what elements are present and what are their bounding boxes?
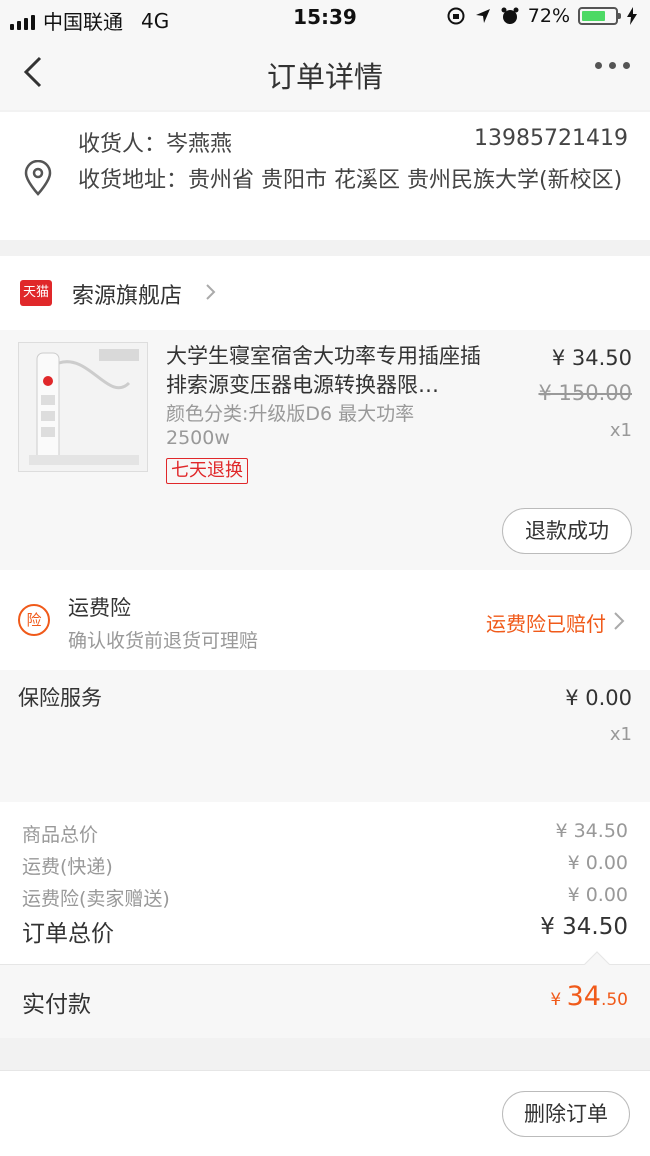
status-right: 72% [446, 5, 638, 27]
product-thumbnail[interactable] [18, 342, 148, 472]
address-card: 收货人：岑燕燕 13985721419 收货地址：贵州省 贵阳市 花溪区 贵州民… [0, 112, 650, 240]
bottom-action-bar: 删除订单 [0, 1070, 650, 1156]
service-quantity: x1 [609, 724, 632, 745]
paid-amount-row: 实付款 ¥ 34.50 [0, 951, 650, 1038]
shipping-insurance-row[interactable]: 险 运费险 确认收货前退货可理赔 运费险已赔付 [0, 570, 650, 670]
address-row: 收货地址：贵州省 贵阳市 花溪区 贵州民族大学(新校区) [78, 164, 633, 197]
product-item[interactable]: 大学生寝室宿舍大功率专用插座插排索源变压器电源转换器限… 颜色分类:升级版D6 … [0, 330, 650, 570]
page-title: 订单详情 [266, 60, 383, 94]
insurance-badge-icon: 险 [18, 604, 50, 636]
service-label: 保险服务 [18, 686, 102, 710]
more-options-icon[interactable] [595, 62, 630, 69]
address-text: 贵州省 贵阳市 花溪区 贵州民族大学(新校区) [188, 168, 623, 193]
summary-label: 运费(快递) [22, 856, 113, 878]
insurance-description: 确认收货前退货可理赔 [68, 630, 259, 652]
insurance-service-row: 保险服务 ¥ 0.00 x1 [0, 670, 650, 802]
paid-currency: ¥ [550, 990, 567, 1010]
service-price: ¥ 0.00 [565, 686, 632, 710]
delete-order-button[interactable]: 删除订单 [502, 1091, 630, 1137]
order-total-value: ¥ 34.50 [540, 914, 628, 940]
alarm-icon [501, 7, 519, 24]
battery-icon [578, 7, 621, 25]
shop-header[interactable]: 天猫 索源旗舰店 [0, 256, 650, 330]
address-label: 收货地址： [78, 168, 189, 193]
recipient-phone: 13985721419 [474, 126, 628, 151]
return-policy-tag: 七天退换 [166, 458, 248, 484]
status-bar: 中国联通 4G 15:39 72% [0, 0, 650, 36]
location-pin-icon [24, 160, 52, 196]
battery-percent: 72% [527, 5, 570, 27]
location-arrow-icon [475, 9, 490, 23]
recipient-label: 收货人： [78, 132, 167, 157]
insurance-status[interactable]: 运费险已赔付 [486, 608, 606, 637]
insurance-label: 运费险 [68, 596, 131, 620]
summary-label: 商品总价 [22, 824, 99, 846]
original-price: ¥ 150.00 [538, 381, 632, 405]
paid-amount: ¥ 34.50 [550, 981, 628, 1012]
product-title[interactable]: 大学生寝室宿舍大功率专用插座插排索源变压器电源转换器限… [166, 342, 496, 400]
order-total-label: 订单总价 [22, 921, 114, 947]
price-summary: 商品总价 ¥ 34.50 运费(快递) ¥ 0.00 运费险(卖家赠送) ¥ 0… [0, 802, 650, 964]
product-spec: 颜色分类:升级版D6 最大功率2500w [166, 403, 415, 449]
chevron-right-icon [614, 612, 625, 630]
tmall-logo: 天猫 [20, 280, 52, 306]
summary-value: ¥ 34.50 [555, 820, 628, 842]
shop-name[interactable]: 索源旗舰店 [72, 278, 182, 310]
summary-line: 运费险(卖家赠送) ¥ 0.00 [22, 884, 628, 911]
nav-bar: 订单详情 [0, 36, 650, 110]
summary-value: ¥ 0.00 [567, 884, 628, 906]
paid-decimal: .50 [600, 990, 628, 1010]
product-quantity: x1 [609, 420, 632, 441]
chevron-right-icon [206, 284, 216, 300]
product-price: ¥ 34.50 [551, 346, 632, 370]
summary-value: ¥ 0.00 [567, 852, 628, 874]
summary-label: 运费险(卖家赠送) [22, 888, 170, 910]
paid-integer: 34 [566, 981, 601, 1012]
charging-icon [627, 7, 637, 25]
summary-line: 商品总价 ¥ 34.50 [22, 820, 628, 847]
summary-line: 运费(快递) ¥ 0.00 [22, 852, 628, 879]
orientation-lock-icon [447, 7, 465, 25]
refund-status-button[interactable]: 退款成功 [502, 508, 632, 554]
recipient-name: 岑燕燕 [166, 132, 233, 157]
order-total: 订单总价 ¥ 34.50 [22, 914, 628, 948]
paid-label: 实付款 [22, 992, 91, 1018]
